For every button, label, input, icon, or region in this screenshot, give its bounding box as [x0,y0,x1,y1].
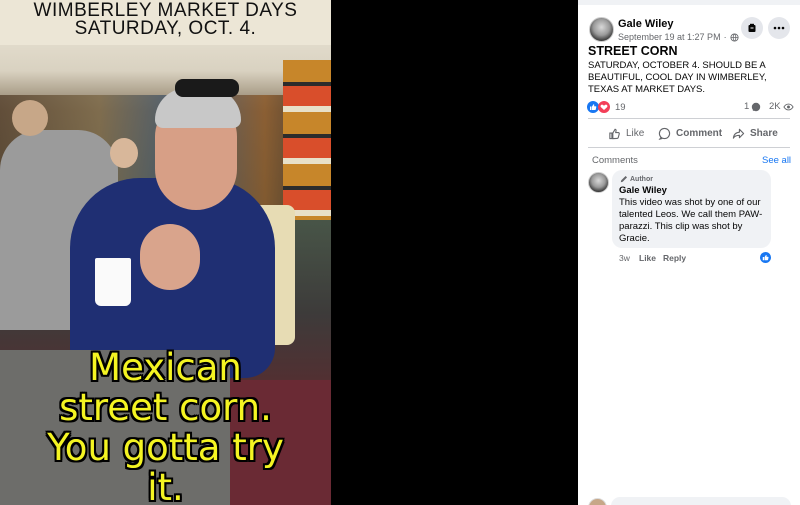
save-button[interactable] [741,17,763,39]
top-strip [578,0,800,5]
subtitle-line: street corn. [59,386,272,429]
author-badge-label: Author [630,175,653,183]
author-badge: Author [620,175,653,183]
post-panel: Gale Wiley September 19 at 1:27 PM · STR… [578,0,800,505]
comment-age[interactable]: 3w [619,253,630,263]
post-date[interactable]: September 19 at 1:27 PM [618,32,721,42]
post-meta: September 19 at 1:27 PM · [618,32,739,42]
globe-icon [730,32,739,42]
video-viewer[interactable]: WIMBERLEY MARKET DAYS SATURDAY, OCT. 4. … [0,0,578,505]
comments-count-value: 1 [744,101,750,112]
post-body: SATURDAY, OCTOBER 4. SHOULD BE A BEAUTIF… [588,60,767,95]
reply-avatar [588,498,607,505]
view-count: 2K [769,101,794,112]
meta-separator: · [723,32,727,42]
share-arrow-icon [732,128,745,139]
signs [283,60,331,220]
comments-header: Comments [592,155,638,166]
comment-author[interactable]: Gale Wiley [619,185,667,196]
comment-reply-button[interactable]: Reply [663,253,686,263]
love-reaction-icon [598,101,610,113]
like-label: Like [626,127,645,139]
like-button[interactable]: Like [608,125,644,141]
pencil-icon [620,175,628,183]
see-all-link[interactable]: See all [762,155,791,166]
raised-hand [140,224,200,290]
comment-like-reaction-icon [760,252,771,263]
reactions-count: 19 [615,101,626,113]
comment-label: Comment [676,127,723,139]
video-subtitles: Mexican street corn. You gotta try it. [0,348,331,505]
author-avatar[interactable] [589,17,614,42]
save-icon [748,23,756,32]
views-count-value: 2K [769,101,781,112]
comment-like-button[interactable]: Like [639,253,656,263]
comment-count[interactable]: 1 [744,101,761,112]
thumb-up-icon [609,128,620,139]
video-overlay-title-2: SATURDAY, OCT. 4. [74,18,257,39]
more-icon [773,26,785,30]
subtitle-line: it. [147,466,184,505]
eye-icon [782,103,794,110]
subtitle-line: Mexican [89,346,242,389]
divider-top [588,118,790,119]
comment-bubble-icon [752,102,761,111]
person-background-2 [110,138,138,168]
commenter-avatar[interactable] [588,172,609,193]
comment-input[interactable] [611,497,791,505]
divider-bottom [588,147,790,148]
more-options-button[interactable] [768,17,790,39]
subtitle-line: You gotta try [47,426,284,469]
author-name[interactable]: Gale Wiley [618,18,674,30]
share-label: Share [750,127,778,139]
share-button[interactable]: Share [732,125,778,141]
comment-text: This video was shot by one of our talent… [619,197,763,244]
post-title: STREET CORN [588,44,678,58]
reactions-summary[interactable]: 19 [587,101,626,113]
sunglasses [175,79,239,97]
comment-button[interactable]: Comment [658,125,722,141]
cup [95,258,131,306]
comment-icon [658,127,671,140]
video-frame[interactable]: WIMBERLEY MARKET DAYS SATURDAY, OCT. 4. … [0,0,331,505]
person-background-head [12,100,48,136]
